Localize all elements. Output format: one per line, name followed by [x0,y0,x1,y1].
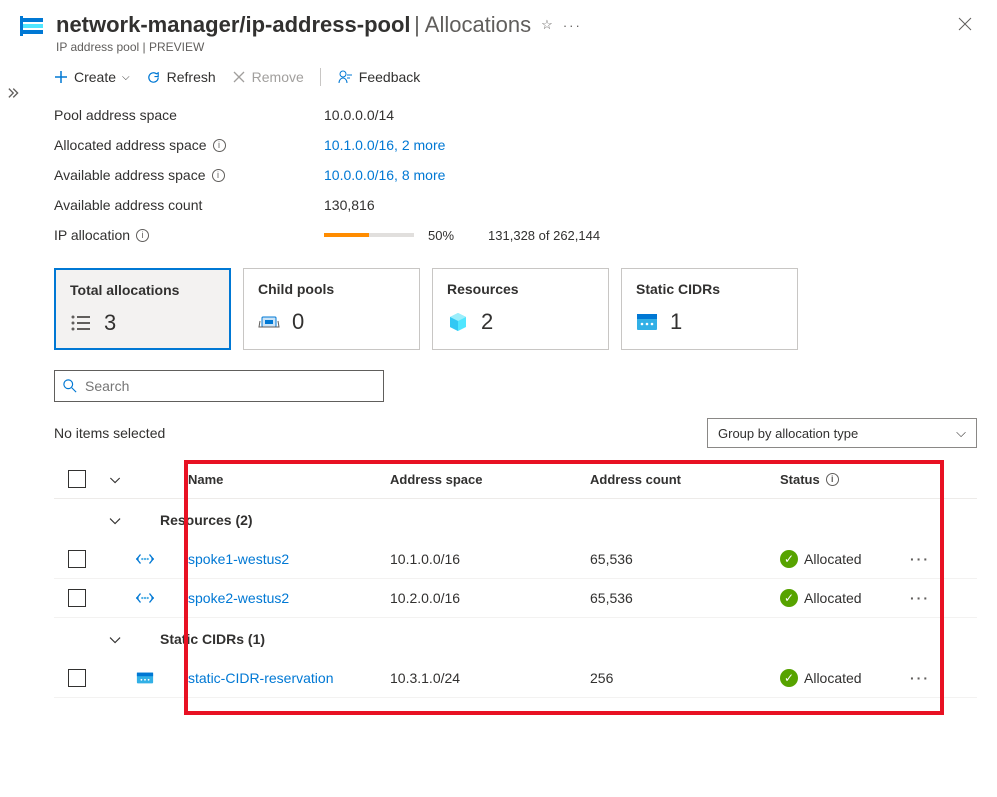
table-row[interactable]: spoke2-westus2 10.2.0.0/16 65,536 ✓ Allo… [54,579,977,618]
info-icon[interactable]: i [826,473,839,486]
remove-button: Remove [232,69,304,85]
success-icon: ✓ [780,550,798,568]
cidr-icon [636,311,658,333]
row-more-button[interactable]: ··· [900,670,940,686]
chevron-down-icon: ⌵ [956,425,966,441]
close-button[interactable] [953,12,977,39]
expand-nav-button[interactable] [8,86,22,103]
search-input[interactable] [85,378,375,394]
row-count: 256 [590,670,780,686]
row-checkbox[interactable] [68,589,86,607]
more-actions-icon[interactable]: ··· [563,18,582,33]
cube-icon [447,311,469,333]
table-row[interactable]: spoke1-westus2 10.1.0.0/16 65,536 ✓ Allo… [54,540,977,579]
chevron-down-icon: ⌵ [122,72,130,83]
card-resources[interactable]: Resources 2 [432,268,609,350]
group-by-select[interactable]: Group by allocation type ⌵ [707,418,977,448]
cidr-icon [130,671,160,685]
row-address: 10.3.1.0/24 [390,670,590,686]
card-child-pools[interactable]: Child pools 0 [243,268,420,350]
row-more-button[interactable]: ··· [900,551,940,567]
page-subtitle: IP address pool | PREVIEW [56,40,953,54]
row-address: 10.2.0.0/16 [390,590,590,606]
row-status: ✓ Allocated [780,589,900,607]
row-address: 10.1.0.0/16 [390,551,590,567]
card-static-cidrs[interactable]: Static CIDRs 1 [621,268,798,350]
allocation-percent: 50% [428,228,454,243]
allocated-space-value[interactable]: 10.1.0.0/16, 2 more [324,137,445,153]
available-space-label: Available address space i [54,167,324,183]
expand-all-toggle[interactable]: ⌵ [100,471,130,487]
row-more-button[interactable]: ··· [900,590,940,606]
row-name-link[interactable]: spoke1-westus2 [160,551,390,567]
row-name-link[interactable]: spoke2-westus2 [160,590,390,606]
ip-allocation-label: IP allocation i [54,227,324,243]
create-button[interactable]: Create ⌵ [54,69,130,85]
select-all-checkbox[interactable] [68,470,86,488]
selection-status: No items selected [54,425,165,441]
column-address-count[interactable]: Address count [590,472,780,487]
resource-icon [20,12,48,40]
column-name[interactable]: Name [160,472,390,487]
info-icon[interactable]: i [212,169,225,182]
group-header-resources: Resources (2) [160,512,253,528]
vnet-icon [130,591,160,605]
success-icon: ✓ [780,669,798,687]
success-icon: ✓ [780,589,798,607]
toolbar-separator [320,68,321,86]
vnet-icon [130,552,160,566]
search-input-container[interactable] [54,370,384,402]
info-icon[interactable]: i [136,229,149,242]
group-toggle-resources[interactable]: ⌵ [100,511,130,528]
column-status[interactable]: Status i [780,472,900,487]
info-icon[interactable]: i [213,139,226,152]
favorite-star-icon[interactable]: ☆ [541,17,553,33]
row-status: ✓ Allocated [780,669,900,687]
available-space-value[interactable]: 10.0.0.0/16, 8 more [324,167,445,183]
list-icon [70,312,92,334]
available-count-value: 130,816 [324,197,375,213]
feedback-button[interactable]: Feedback [337,69,420,85]
refresh-button[interactable]: Refresh [146,69,216,85]
pool-icon [258,311,280,333]
column-address-space[interactable]: Address space [390,472,590,487]
search-icon [63,379,77,393]
card-total-allocations[interactable]: Total allocations 3 [54,268,231,350]
table-row[interactable]: static-CIDR-reservation 10.3.1.0/24 256 … [54,659,977,698]
allocation-detail: 131,328 of 262,144 [488,228,600,243]
row-count: 65,536 [590,590,780,606]
pool-address-label: Pool address space [54,107,324,123]
page-title: network-manager/ip-address-pool | Alloca… [56,12,531,38]
row-count: 65,536 [590,551,780,567]
pool-address-value: 10.0.0.0/14 [324,107,394,123]
row-status: ✓ Allocated [780,550,900,568]
row-checkbox[interactable] [68,669,86,687]
available-count-label: Available address count [54,197,324,213]
group-header-static: Static CIDRs (1) [160,631,265,647]
allocated-space-label: Allocated address space i [54,137,324,153]
allocation-progress-bar [324,233,414,237]
row-name-link[interactable]: static-CIDR-reservation [160,670,390,686]
group-toggle-static[interactable]: ⌵ [100,630,130,647]
row-checkbox[interactable] [68,550,86,568]
